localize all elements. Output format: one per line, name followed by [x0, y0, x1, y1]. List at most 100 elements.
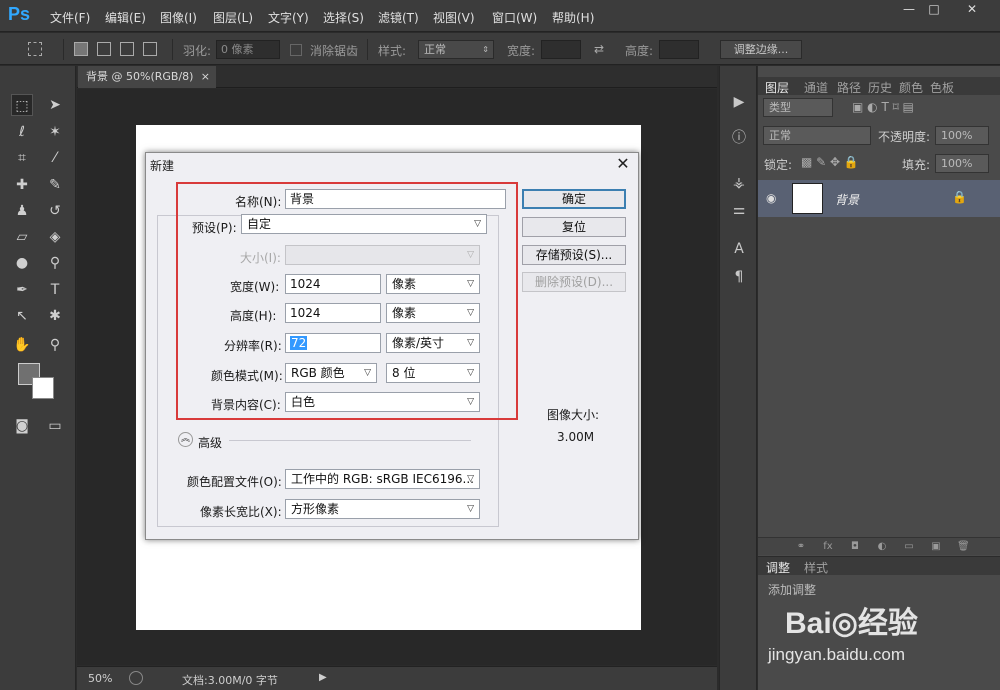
document-tab[interactable]: 背景 @ 50%(RGB/8) ×	[78, 66, 216, 88]
save-preset-button[interactable]: 存储预设(S)...	[522, 245, 626, 265]
advanced-toggle-icon[interactable]: ︽	[178, 432, 193, 447]
divider	[172, 39, 173, 60]
tab-swatches[interactable]: 色板	[930, 79, 954, 96]
menu-select[interactable]: 选择(S)	[323, 9, 364, 26]
fx-icon[interactable]: fx	[822, 541, 834, 553]
adjustment-layer-icon[interactable]: ◐	[876, 541, 888, 553]
tab-styles[interactable]: 样式	[804, 559, 828, 576]
zoom-tool-icon[interactable]: ⚲	[44, 334, 66, 356]
subtract-selection-icon[interactable]	[120, 42, 134, 56]
zoom-level[interactable]: 50%	[88, 672, 112, 685]
antialias-checkbox[interactable]	[290, 44, 302, 56]
menu-file[interactable]: 文件(F)	[50, 9, 90, 26]
character-icon[interactable]: A	[729, 239, 749, 259]
lasso-tool-icon[interactable]: ℓ	[11, 121, 33, 143]
menu-filter[interactable]: 滤镜(T)	[378, 9, 419, 26]
height-input[interactable]	[659, 40, 699, 59]
rectangular-marquee-tool-icon[interactable]: ⬚	[11, 94, 33, 116]
maximize-button[interactable]: □	[922, 2, 946, 19]
width-input[interactable]	[541, 40, 581, 59]
clone-stamp-tool-icon[interactable]: ♟	[11, 200, 33, 222]
watermark-logo: Bai◎经验	[785, 607, 918, 640]
highlight-box	[176, 182, 518, 420]
menu-image[interactable]: 图像(I)	[160, 9, 197, 26]
tab-adjustments[interactable]: 调整	[766, 559, 790, 576]
pen-tool-icon[interactable]: ✒	[11, 279, 33, 301]
status-bar: 50% 文档:3.00M/0 字节 ▶	[77, 666, 717, 690]
layer-filter-select[interactable]: 类型	[763, 98, 833, 117]
blend-mode-value: 正常	[769, 129, 791, 142]
tab-paths[interactable]: 路径	[837, 79, 861, 96]
tab-channels[interactable]: 通道	[804, 79, 828, 96]
screen-mode-icon[interactable]: ▭	[44, 415, 66, 437]
magic-wand-tool-icon[interactable]: ✶	[44, 121, 66, 143]
quick-mask-icon[interactable]: ◙	[11, 415, 33, 437]
dialog-close-icon[interactable]: ✕	[614, 155, 632, 173]
menu-view[interactable]: 视图(V)	[433, 9, 475, 26]
history-brush-tool-icon[interactable]: ↺	[44, 200, 66, 222]
path-selection-tool-icon[interactable]: ↖	[11, 305, 33, 327]
close-tab-icon[interactable]: ×	[201, 66, 210, 88]
new-selection-icon[interactable]	[74, 42, 88, 56]
menu-edit[interactable]: 编辑(E)	[105, 9, 146, 26]
menu-help[interactable]: 帮助(H)	[552, 9, 594, 26]
tools-panel: ⬚ ➤ ℓ ✶ ⌗ ⁄ ✚ ✎ ♟ ↺ ▱ ◈ ● ⚲ ✒ T ↖ ✱ ✋ ⚲ …	[0, 66, 76, 690]
fill-input[interactable]: 100%	[935, 154, 989, 173]
type-tool-icon[interactable]: T	[44, 279, 66, 301]
divider	[229, 440, 471, 441]
reset-button[interactable]: 复位	[522, 217, 626, 237]
intersect-selection-icon[interactable]	[143, 42, 157, 56]
link-layers-icon[interactable]: ⚭	[795, 541, 807, 553]
add-selection-icon[interactable]	[97, 42, 111, 56]
brush-settings-icon[interactable]: ⚌	[729, 200, 749, 220]
brush-presets-icon[interactable]: ⚶	[729, 173, 749, 193]
color-profile-value: 工作中的 RGB: sRGB IEC6196...	[291, 472, 474, 486]
pixel-aspect-select[interactable]: 方形像素 ▽	[285, 499, 480, 519]
paragraph-icon[interactable]: ¶	[729, 267, 749, 287]
adjustments-tabs: 调整 样式	[758, 557, 1000, 575]
style-select[interactable]: 正常 ⇕	[418, 40, 494, 59]
hand-tool-icon[interactable]: ✋	[11, 334, 33, 356]
refine-edge-button[interactable]: 调整边缘...	[720, 40, 802, 59]
color-profile-select[interactable]: 工作中的 RGB: sRGB IEC6196... ▽	[285, 469, 480, 489]
play-icon[interactable]: ▶	[729, 92, 749, 112]
delete-layer-icon[interactable]: 🗑	[957, 541, 970, 553]
custom-shape-tool-icon[interactable]: ✱	[44, 305, 66, 327]
brush-tool-icon[interactable]: ✎	[44, 174, 66, 196]
crop-tool-icon[interactable]: ⌗	[11, 147, 33, 169]
eraser-tool-icon[interactable]: ▱	[11, 226, 33, 248]
info-icon[interactable]: ⓘ	[729, 128, 749, 148]
move-tool-icon[interactable]: ➤	[44, 94, 66, 116]
tab-history[interactable]: 历史	[868, 79, 892, 96]
eye-icon[interactable]: ◉	[766, 191, 776, 205]
marquee-preset-icon[interactable]	[28, 42, 42, 56]
opacity-input[interactable]: 100%	[935, 126, 989, 145]
new-group-icon[interactable]: ▭	[903, 541, 915, 553]
layer-name[interactable]: 背景	[835, 191, 859, 208]
new-layer-icon[interactable]: ▣	[930, 541, 942, 553]
filter-pixel-icon[interactable]: ▣ ◐ T ⌑ ▤	[852, 100, 914, 114]
tab-color[interactable]: 颜色	[899, 79, 923, 96]
menu-type[interactable]: 文字(Y)	[268, 9, 309, 26]
background-color-swatch[interactable]	[32, 377, 54, 399]
ok-button[interactable]: 确定	[522, 189, 626, 209]
opacity-value: 100%	[941, 129, 973, 142]
feather-input[interactable]: 0 像素	[216, 40, 280, 59]
lock-icons[interactable]: ▩ ✎ ✥ 🔒	[801, 155, 859, 169]
eyedropper-tool-icon[interactable]: ⁄	[44, 147, 66, 169]
advanced-label[interactable]: 高级	[198, 434, 222, 451]
close-window-button[interactable]: ✕	[960, 2, 984, 19]
status-arrow-icon[interactable]: ▶	[319, 672, 327, 683]
dodge-tool-icon[interactable]: ⚲	[44, 252, 66, 274]
tab-layers[interactable]: 图层	[765, 79, 789, 96]
healing-brush-tool-icon[interactable]: ✚	[11, 174, 33, 196]
minimize-button[interactable]: —	[897, 2, 921, 19]
swap-icon[interactable]: ⇄	[594, 42, 604, 56]
blur-tool-icon[interactable]: ●	[11, 252, 33, 274]
blend-mode-select[interactable]: 正常	[763, 126, 871, 145]
add-mask-icon[interactable]: ◘	[849, 541, 861, 553]
menu-layer[interactable]: 图层(L)	[213, 9, 253, 26]
menu-window[interactable]: 窗口(W)	[492, 9, 537, 26]
paint-bucket-tool-icon[interactable]: ◈	[44, 226, 66, 248]
share-icon[interactable]	[129, 671, 143, 685]
